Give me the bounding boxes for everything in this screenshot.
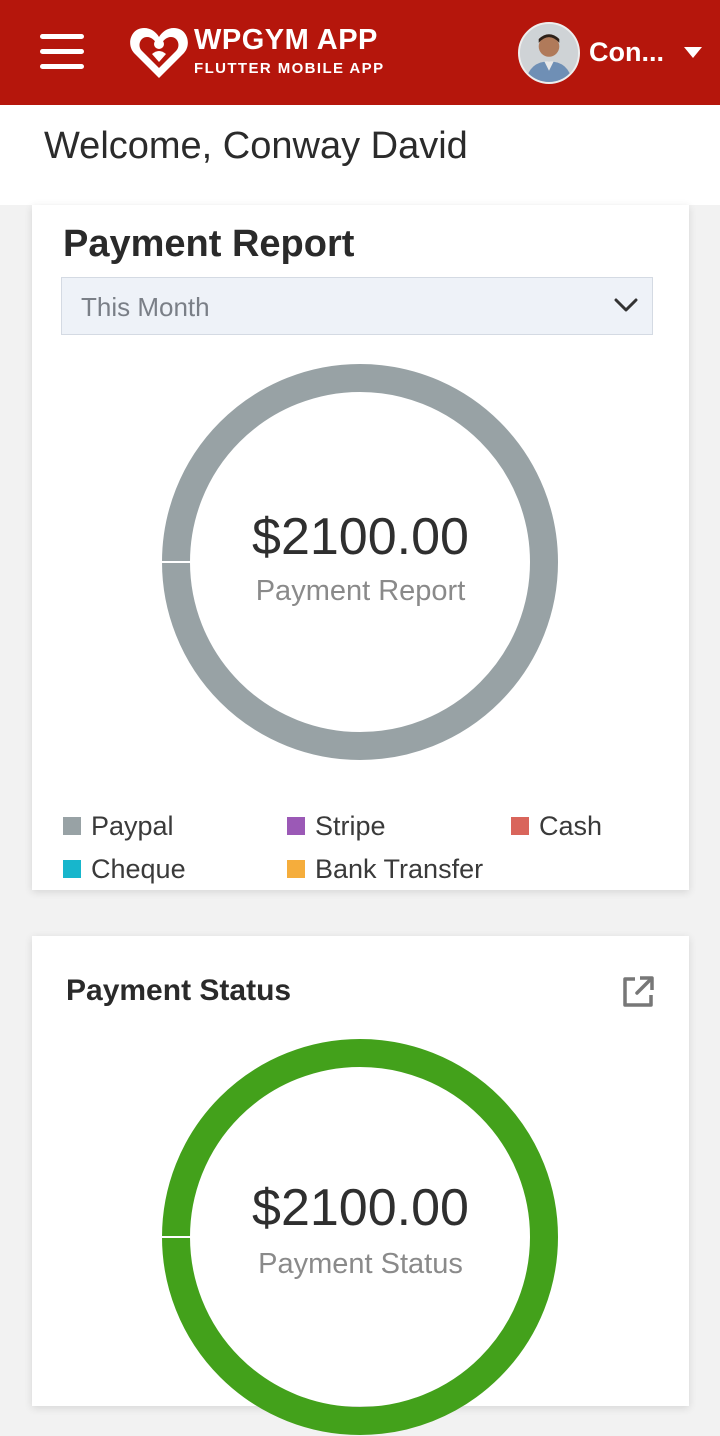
legend-label: Cheque: [91, 854, 186, 884]
welcome-bar: Welcome, Conway David: [0, 105, 720, 205]
payment-report-center-label: Payment Report: [255, 575, 466, 607]
legend-label: Stripe: [315, 811, 386, 841]
open-external-icon[interactable]: [620, 974, 656, 1010]
payment-status-card: Payment Status $2100.00 Payment Status: [32, 936, 689, 1435]
menu-icon[interactable]: [40, 34, 84, 70]
user-name: Con...: [589, 37, 664, 67]
app-bar: WPGYM APP FLUTTER MOBILE APP Con...: [0, 0, 720, 105]
chevron-down-icon: [614, 298, 638, 312]
period-select-value: This Month: [81, 292, 210, 322]
legend-label: Cash: [539, 811, 603, 841]
user-menu[interactable]: Con...: [518, 22, 708, 84]
period-select[interactable]: This Month: [61, 277, 653, 335]
legend-swatch: [287, 860, 305, 878]
payment-report-card: Payment Report This Month $2100.00 Payme…: [32, 205, 689, 890]
app-title: WPGYM APP: [194, 24, 378, 56]
payment-status-center-label: Payment Status: [258, 1248, 463, 1280]
welcome-text: Welcome, Conway David: [44, 125, 468, 167]
caret-down-icon[interactable]: [684, 47, 702, 59]
legend-swatch: [63, 817, 81, 835]
legend-label: Bank Transfer: [315, 854, 484, 884]
legend-label: Paypal: [91, 811, 174, 841]
avatar[interactable]: [518, 22, 580, 84]
app-subtitle: FLUTTER MOBILE APP: [194, 60, 385, 77]
legend-swatch: [63, 860, 81, 878]
payment-report-title: Payment Report: [63, 223, 355, 265]
logo-icon: [130, 28, 188, 78]
payment-status-title: Payment Status: [66, 974, 292, 1007]
legend-swatch: [287, 817, 305, 835]
payment-status-amount: $2100.00: [252, 1179, 469, 1237]
payment-report-amount: $2100.00: [252, 508, 469, 566]
legend-swatch: [511, 817, 529, 835]
